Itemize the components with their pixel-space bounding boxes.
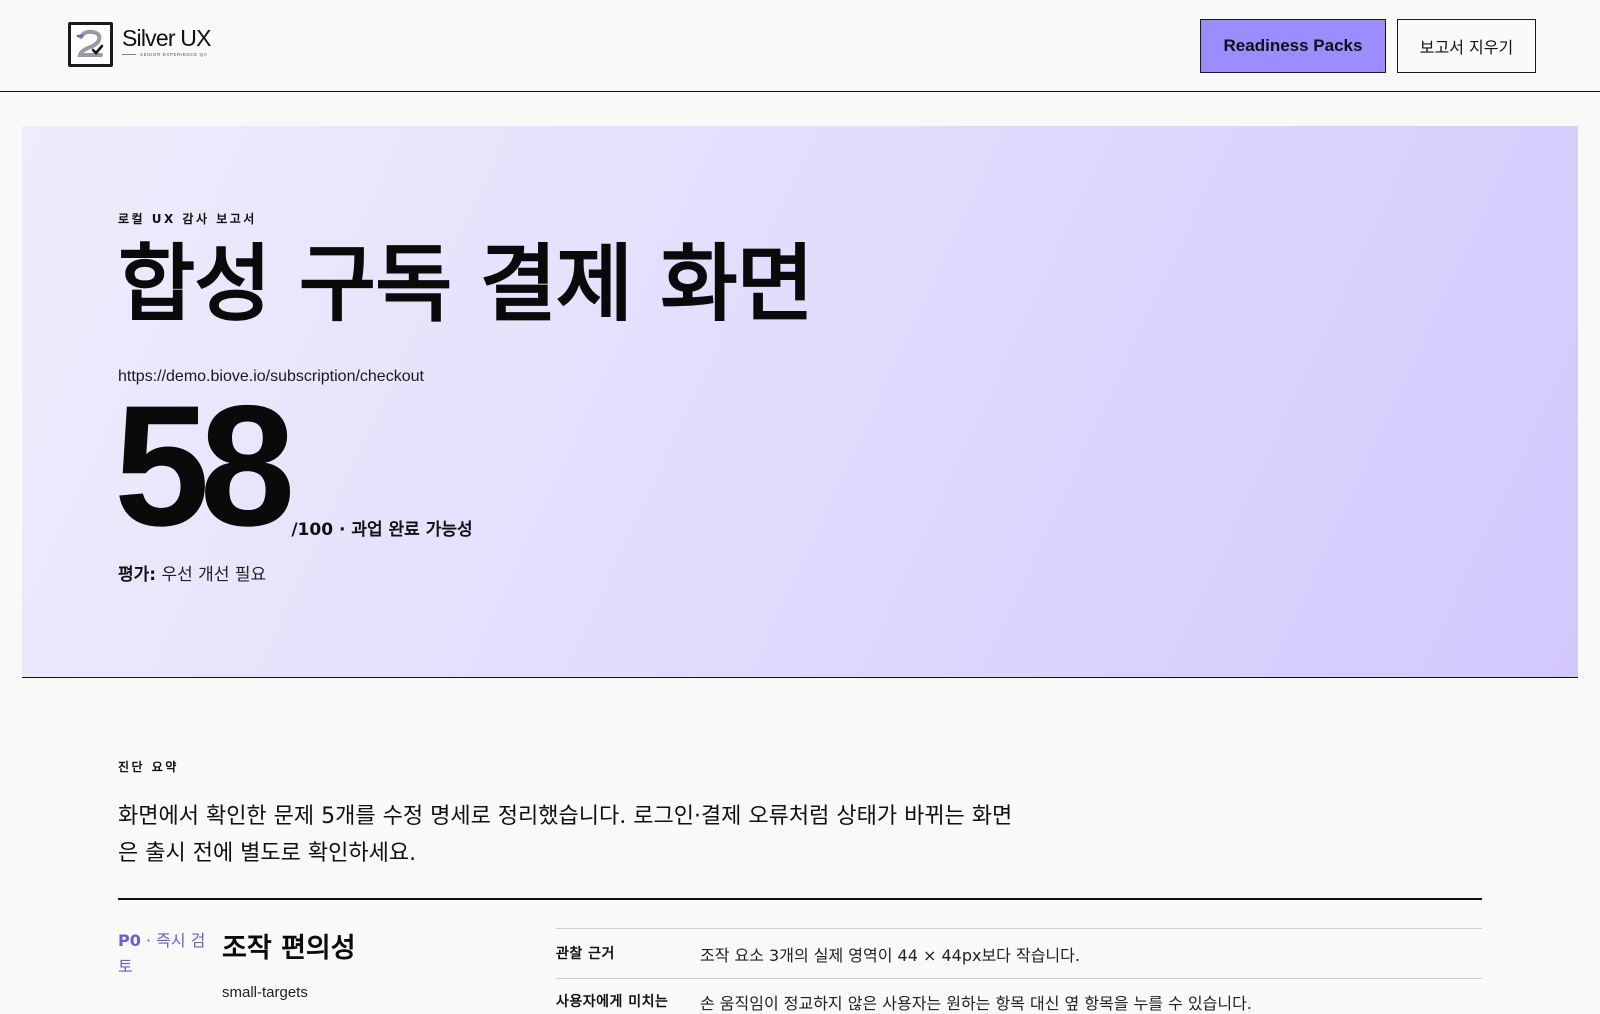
tagline-accent-line — [122, 53, 136, 56]
detail-label-evidence: 관찰 근거 — [556, 946, 615, 962]
brand-logo[interactable]: Silver UX SENIOR EXPERIENCE QA — [68, 22, 211, 67]
summary-text: 화면에서 확인한 문제 5개를 수정 명세로 정리했습니다. 로그인·결제 오류… — [118, 804, 1013, 866]
brand-tagline: SENIOR EXPERIENCE QA — [140, 52, 208, 57]
clear-report-button[interactable]: 보고서 지우기 — [1397, 19, 1536, 73]
detail-divider — [556, 978, 1482, 979]
issue-priority: P0 · 즉시 검토 — [118, 928, 208, 980]
issue-tag: small-targets — [222, 984, 308, 1001]
summary-label: 진단 요약 — [118, 760, 179, 774]
priority-code: P0 — [118, 931, 141, 950]
rating: 평가: 우선 개선 필요 — [118, 560, 266, 585]
detail-value-impact: 손 움직임이 정교하지 않은 사용자는 원하는 항목 대신 옆 항목을 누를 수… — [700, 994, 1252, 1013]
top-header: Silver UX SENIOR EXPERIENCE QA Readiness… — [0, 0, 1600, 92]
score-suffix: /100 · 과업 완료 가능성 — [291, 520, 473, 540]
brand-name: Silver UX — [122, 25, 211, 51]
detail-value-evidence: 조작 요소 3개의 실제 영역이 44 × 44px보다 작습니다. — [700, 946, 1080, 965]
section-divider — [118, 898, 1482, 900]
readiness-packs-button[interactable]: Readiness Packs — [1200, 19, 1386, 73]
rating-value: 우선 개선 필요 — [161, 565, 267, 585]
score-row: 58 /100 · 과업 완료 가능성 — [114, 370, 473, 562]
detail-divider — [556, 928, 1482, 929]
score-value: 58 — [114, 370, 295, 562]
rating-label: 평가: — [118, 565, 157, 585]
report-eyebrow: 로컬 UX 감사 보고서 — [118, 212, 257, 226]
report-hero: 로컬 UX 감사 보고서 합성 구독 결제 화면 https://demo.bi… — [22, 126, 1578, 678]
issue-title: 조작 편의성 — [222, 933, 356, 964]
detail-label-impact: 사용자에게 미치는 — [556, 994, 669, 1010]
page-title: 합성 구독 결제 화면 — [118, 235, 814, 333]
logo-mark-icon — [68, 22, 113, 67]
